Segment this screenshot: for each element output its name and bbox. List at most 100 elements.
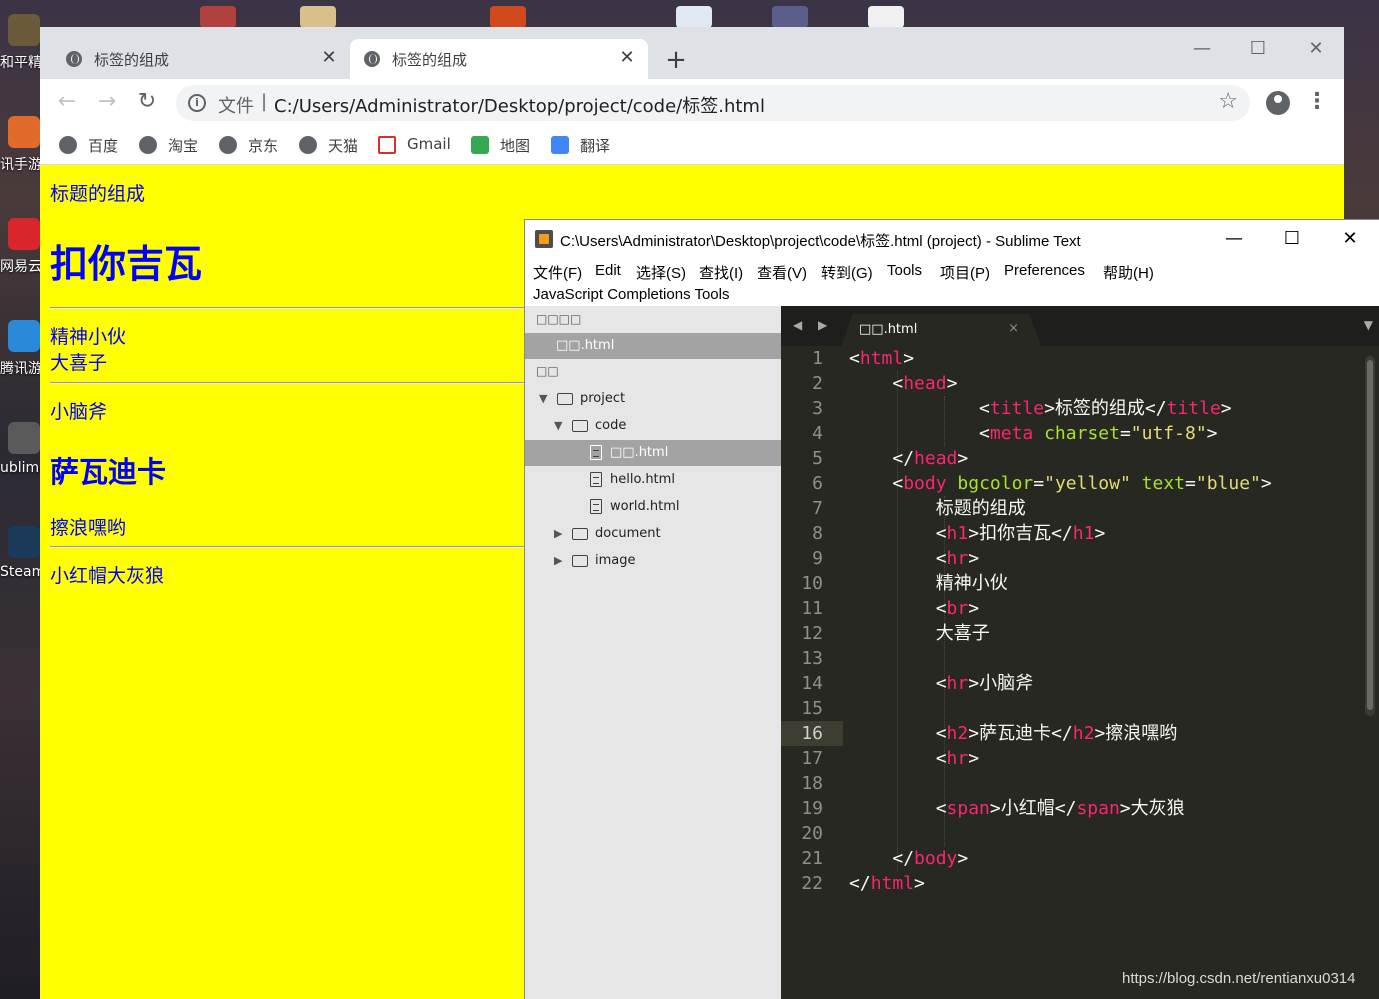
collapsed-arrow-icon[interactable]: ▶	[554, 554, 562, 567]
page-text: 大喜子	[50, 352, 108, 374]
menu-js-completions-tools[interactable]: JavaScript Completions Tools	[533, 286, 729, 303]
browser-menu-button[interactable]: ⋮	[1306, 87, 1328, 117]
desktop-icon-sublime[interactable]: ublime	[0, 422, 44, 482]
code-line: <h2>萨瓦迪卡</h2>擦浪嘿哟	[935, 723, 1178, 744]
code-line: <html>	[849, 348, 915, 369]
address-bar[interactable]: i 文件 | C:/Users/Administrator/Desktop/pr…	[176, 85, 1250, 121]
close-window-button[interactable]: ✕	[1326, 226, 1374, 252]
code-line: <br>	[935, 598, 980, 619]
tree-folder-image[interactable]: ▶ image	[525, 548, 781, 574]
sublime-text-icon	[8, 422, 40, 454]
desktop-icon-label: 腾讯游	[0, 361, 42, 377]
app-thumbnail	[200, 6, 236, 28]
new-tab-button[interactable]: +	[662, 47, 690, 75]
minimize-button[interactable]: —	[1210, 226, 1258, 252]
sidebar: □□□□ □□.html □□ ▼ project ▼ code □□.html…	[525, 306, 781, 999]
menu-help[interactable]: 帮助(H)	[1103, 262, 1154, 283]
page-text: 擦浪嘿哟	[50, 517, 127, 539]
page-text: 标题的组成	[50, 183, 146, 205]
desktop-icon-netease[interactable]: 网易云	[0, 218, 44, 278]
tab-close-button[interactable]: ×	[1008, 321, 1019, 336]
menu-tools[interactable]: Tools	[887, 262, 922, 279]
code-line: <h1>扣你吉瓦</h1>	[935, 523, 1106, 544]
desktop-icon-game[interactable]: 和平精	[0, 14, 44, 74]
menu-find[interactable]: 查找(I)	[699, 262, 743, 283]
code-area[interactable]: <html> <head> <title>标签的组成</title> <meta…	[843, 346, 1363, 999]
tree-file-hello[interactable]: hello.html	[525, 467, 781, 493]
window-title: C:\Users\Administrator\Desktop\project\c…	[560, 233, 1081, 250]
menu-view[interactable]: 查看(V)	[757, 262, 807, 283]
app-thumbnail	[676, 6, 712, 28]
tree-file-selected[interactable]: □□.html	[525, 440, 781, 466]
bookmark-label: 天猫	[328, 137, 359, 155]
expanded-arrow-icon[interactable]: ▼	[554, 419, 562, 432]
maximize-button[interactable]: ☐	[1230, 35, 1286, 63]
tree-folder-project[interactable]: ▼ project	[525, 386, 781, 412]
gmail-icon	[378, 136, 396, 154]
menu-selection[interactable]: 选择(S)	[636, 262, 686, 283]
forward-button[interactable]: →	[92, 87, 122, 117]
collapsed-arrow-icon[interactable]: ▶	[554, 527, 562, 540]
file-icon	[590, 472, 602, 487]
code-line: </body>	[892, 848, 969, 869]
code-line: 大喜子	[849, 623, 990, 644]
maximize-button[interactable]: ☐	[1268, 226, 1316, 252]
line-number: 22	[801, 873, 823, 894]
bookmark-star-icon[interactable]: ☆	[1218, 89, 1238, 114]
tab-close-button[interactable]: ✕	[616, 47, 638, 69]
tree-folder-code[interactable]: ▼ code	[525, 413, 781, 439]
expanded-arrow-icon[interactable]: ▼	[539, 392, 547, 405]
line-number: 16	[781, 721, 843, 746]
code-line: <hr>	[935, 548, 980, 569]
tree-folder-document[interactable]: ▶ document	[525, 521, 781, 547]
editor-tab[interactable]: □□.html ×	[841, 314, 1041, 346]
line-number: 10	[801, 573, 823, 594]
file-label: world.html	[610, 499, 680, 514]
globe-icon	[299, 136, 317, 154]
menu-goto[interactable]: 转到(G)	[821, 262, 873, 283]
bookmark-label: 淘宝	[168, 137, 199, 155]
line-number: 9	[812, 548, 823, 569]
line-number: 5	[812, 448, 823, 469]
editor-scrollbar[interactable]	[1365, 356, 1375, 716]
close-window-button[interactable]: ✕	[1288, 35, 1344, 63]
menu-edit[interactable]: Edit	[595, 262, 621, 279]
editor-pane[interactable]: ◀ ▶ □□.html × ▼ 1 2 3 4 5 6 7 8 9 10 11 12 13 14 15 16 1…	[781, 306, 1379, 999]
globe-icon	[139, 136, 157, 154]
open-files-header: □□□□	[536, 312, 582, 326]
tencent-icon	[8, 320, 40, 352]
line-number: 14	[801, 673, 823, 694]
desktop-icon-steam[interactable]: Steam	[0, 526, 44, 586]
menu-file[interactable]: 文件(F)	[533, 262, 582, 283]
desktop-icon-mobile-games[interactable]: 讯手游	[0, 116, 44, 176]
line-number: 11	[801, 598, 823, 619]
tab-close-button[interactable]: ✕	[318, 47, 340, 69]
line-number: 1	[812, 348, 823, 369]
browser-tab-2[interactable]: 标签的组成 ✕	[350, 39, 648, 79]
line-number: 21	[801, 848, 823, 869]
open-file-item[interactable]: □□.html	[525, 333, 781, 359]
bookmark-label: 京东	[248, 137, 279, 155]
tab-nav-arrows-icon[interactable]: ◀ ▶	[793, 318, 833, 332]
netease-music-icon	[8, 218, 40, 250]
minimize-button[interactable]: —	[1174, 35, 1230, 63]
desktop-icon-tencent[interactable]: 腾讯游	[0, 320, 44, 380]
line-number: 15	[801, 698, 823, 719]
tab-menu-chevron-icon[interactable]: ▼	[1364, 318, 1373, 332]
back-button[interactable]: ←	[52, 87, 82, 117]
page-heading-h2: 萨瓦迪卡	[50, 455, 167, 489]
folder-label: code	[595, 418, 627, 433]
reload-button[interactable]: ↻	[132, 87, 162, 117]
code-line: 标题的组成	[849, 498, 1026, 519]
menu-project[interactable]: 项目(P)	[940, 262, 990, 283]
profile-avatar-icon[interactable]	[1266, 91, 1290, 115]
tree-file-world[interactable]: world.html	[525, 494, 781, 520]
browser-tab-1[interactable]: 标签的组成 ✕	[52, 39, 350, 79]
info-icon[interactable]: i	[188, 94, 206, 112]
app-thumbnail	[772, 6, 808, 28]
file-icon	[590, 499, 602, 514]
browser-toolbar: ← → ↻ i 文件 | C:/Users/Administrator/Desk…	[40, 79, 1344, 125]
desktop-icon-label: ublime	[0, 460, 44, 476]
url-text[interactable]: C:/Users/Administrator/Desktop/project/c…	[274, 92, 765, 118]
menu-preferences[interactable]: Preferences	[1004, 262, 1085, 279]
